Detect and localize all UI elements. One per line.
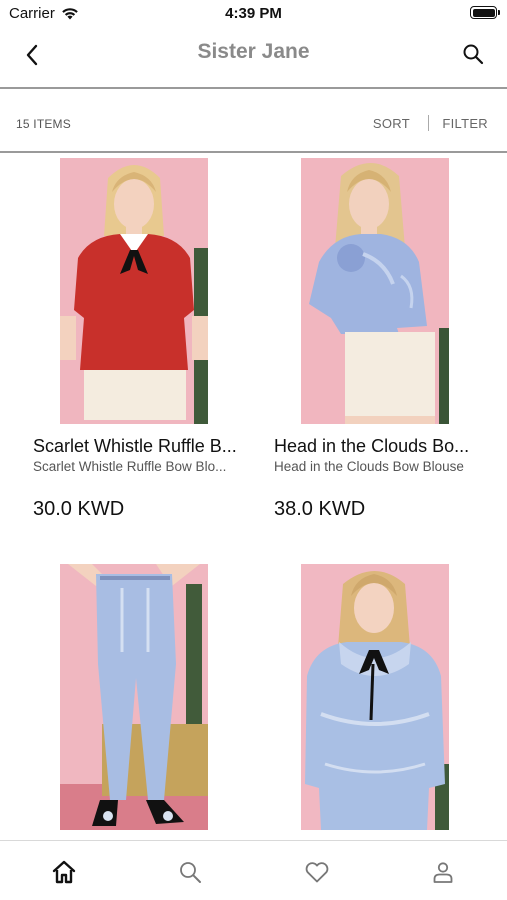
home-icon: [52, 860, 76, 884]
product-subtitle: Head in the Clouds Bow Blouse: [274, 459, 464, 474]
product-image[interactable]: [301, 158, 449, 424]
filter-button[interactable]: FILTER: [442, 116, 488, 131]
items-count: 15 ITEMS: [16, 117, 71, 131]
tab-home[interactable]: [49, 857, 79, 887]
search-icon: [463, 44, 484, 65]
search-button[interactable]: [459, 40, 487, 68]
profile-icon: [433, 862, 453, 883]
tab-bar: [0, 840, 507, 900]
product-price: 30.0 KWD: [33, 498, 125, 520]
product-image[interactable]: [301, 564, 449, 830]
status-time: 4:39 PM: [225, 5, 282, 22]
toolbar-divider: [0, 151, 507, 153]
product-price: 38.0 KWD: [274, 498, 366, 520]
heart-icon: [305, 862, 329, 883]
toolbar-separator: [428, 115, 429, 131]
product-subtitle: Scarlet Whistle Ruffle Bow Blo...: [33, 459, 227, 474]
product-name[interactable]: Scarlet Whistle Ruffle B...: [33, 436, 237, 457]
product-name[interactable]: Head in the Clouds Bo...: [274, 436, 469, 457]
product-image[interactable]: [60, 564, 208, 830]
battery-icon: [470, 6, 500, 19]
navigation-bar: Sister Jane: [0, 28, 507, 86]
status-bar: Carrier 4:39 PM: [0, 0, 507, 28]
sort-button[interactable]: SORT: [373, 116, 410, 131]
list-toolbar: 15 ITEMS SORT FILTER: [0, 89, 507, 151]
product-image[interactable]: [60, 158, 208, 424]
tab-wishlist[interactable]: [302, 857, 332, 887]
tab-search[interactable]: [175, 857, 205, 887]
search-icon: [180, 862, 201, 883]
page-title: Sister Jane: [197, 40, 310, 63]
tab-profile[interactable]: [428, 857, 458, 887]
